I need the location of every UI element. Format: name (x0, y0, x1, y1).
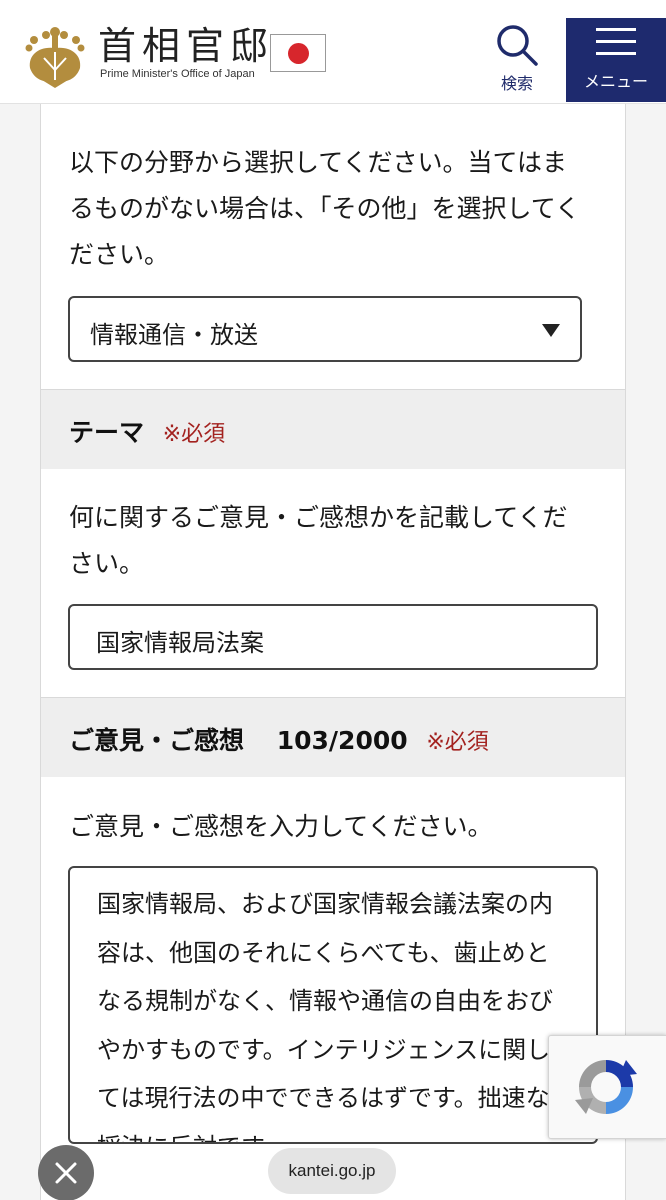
category-instruction: 以下の分野から選択してください。当てはまるものがない場合は、「その他」を選択して… (69, 148, 581, 269)
category-select[interactable]: 情報通信・放送 (68, 296, 582, 362)
menu-button[interactable]: メニュー (566, 18, 666, 102)
status-strip (0, 0, 666, 18)
theme-heading: テーマ (69, 418, 145, 447)
site-title[interactable]: 首相官邸 (98, 24, 274, 68)
paulownia-crest-icon[interactable] (22, 24, 88, 90)
site-subtitle: Prime Minister's Office of Japan (100, 68, 255, 80)
opinion-textarea-value: 国家情報局、および国家情報会議法案の内容は、他国のそれにくらべても、歯止めとなる… (97, 890, 553, 1142)
opinion-section-header: ご意見・ご感想 103/2000 ※必須 (41, 697, 625, 777)
opinion-textarea[interactable]: 国家情報局、および国家情報会議法案の内容は、他国のそれにくらべても、歯止めとなる… (68, 866, 598, 1144)
theme-required-badge: ※必須 (162, 422, 226, 447)
chevron-down-icon (542, 324, 560, 337)
opinion-heading: ご意見・ご感想 (69, 726, 245, 755)
recaptcha-icon (575, 1060, 637, 1114)
theme-instruction: 何に関するご意見・ご感想かを記載してください。 (69, 503, 568, 578)
url-bar[interactable]: kantei.go.jp (268, 1148, 396, 1194)
japan-flag-icon (270, 34, 326, 72)
opinion-form: 以下の分野から選択してください。当てはまるものがない場合は、「その他」を選択して… (40, 104, 626, 1200)
hamburger-menu-icon (596, 28, 636, 64)
category-selected-value: 情報通信・放送 (90, 321, 258, 349)
search-label: 検索 (500, 74, 533, 93)
opinion-char-counter: 103/2000 (276, 726, 408, 755)
theme-input[interactable]: 国家情報局法案 (68, 604, 598, 670)
theme-section-header: テーマ ※必須 (41, 389, 625, 469)
search-button[interactable]: 検索 (484, 22, 550, 104)
search-icon (497, 25, 538, 66)
close-icon (55, 1162, 77, 1184)
recaptcha-badge[interactable] (548, 1035, 666, 1139)
close-button[interactable] (38, 1145, 94, 1200)
menu-label: メニュー (583, 72, 648, 91)
opinion-required-badge: ※必須 (426, 730, 489, 755)
site-header: 首相官邸 Prime Minister's Office of Japan 検索… (0, 18, 666, 104)
opinion-instruction: ご意見・ご感想を入力してください。 (69, 812, 493, 841)
theme-input-value: 国家情報局法案 (96, 629, 264, 657)
